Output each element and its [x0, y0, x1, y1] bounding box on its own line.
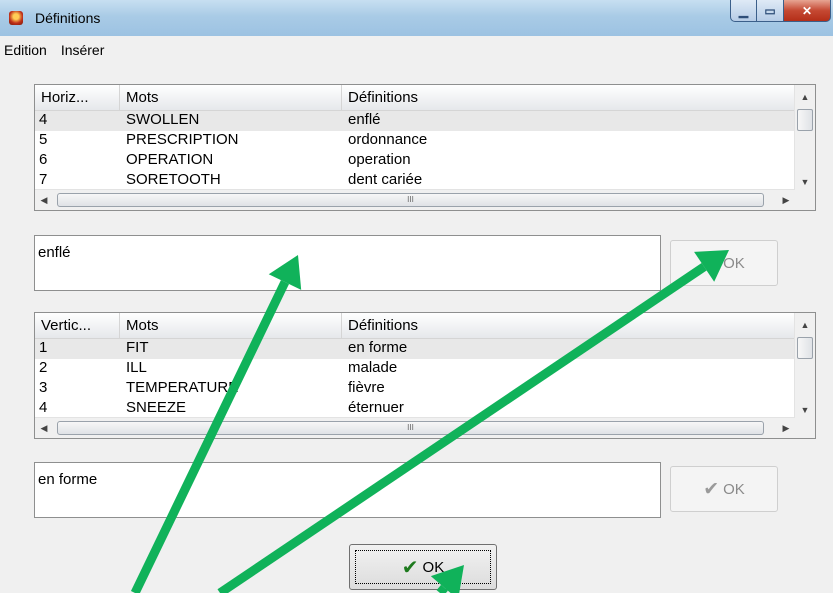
list-row[interactable]: 2 ILL malade — [35, 359, 795, 379]
row-definition: éternuer — [348, 399, 404, 416]
list-row[interactable]: 5 PRESCRIPTION ordonnance — [35, 131, 795, 151]
row-definition: fièvre — [348, 379, 385, 396]
scroll-down-icon[interactable]: ▼ — [795, 173, 815, 191]
row-word: SNEEZE — [126, 399, 187, 416]
horizontal-scrollbar[interactable]: ◀ III ▶ — [35, 189, 795, 210]
close-icon: ✕ — [801, 3, 813, 18]
column-header-words[interactable]: Mots — [120, 313, 342, 338]
maximize-button[interactable]: ▭ — [757, 0, 784, 22]
vertical-words-list[interactable]: Vertic... Mots Définitions 1 FIT en form… — [34, 312, 816, 439]
list-row[interactable]: 4 SWOLLEN enflé — [35, 111, 795, 131]
menu-inserer[interactable]: Insérer — [61, 42, 105, 58]
row-definition: ordonnance — [348, 131, 428, 148]
row-number: 1 — [39, 339, 48, 356]
list-row[interactable]: 6 OPERATION operation — [35, 151, 795, 171]
maximize-icon: ▭ — [764, 3, 776, 18]
row-definition: enflé — [348, 111, 381, 128]
row-word: SORETOOTH — [126, 171, 221, 188]
scroll-right-icon[interactable]: ▶ — [777, 418, 795, 438]
scroll-thumb[interactable]: III — [57, 421, 764, 435]
list-row[interactable]: 7 SORETOOTH dent cariée — [35, 171, 795, 191]
minimize-button[interactable]: ▁ — [730, 0, 757, 22]
scroll-thumb[interactable]: III — [57, 193, 764, 207]
row-number: 4 — [39, 111, 48, 128]
menu-edition[interactable]: Edition — [4, 42, 47, 58]
scroll-left-icon[interactable]: ◀ — [35, 418, 53, 438]
list-rows: 1 FIT en forme 2 ILL malade 3 TEMPERATUR… — [35, 339, 795, 419]
scroll-right-icon[interactable]: ▶ — [777, 190, 795, 210]
ok-label: OK — [723, 254, 745, 272]
row-word: SWOLLEN — [126, 111, 200, 128]
scroll-corner — [795, 190, 815, 210]
scroll-up-icon[interactable]: ▲ — [795, 88, 815, 106]
list-row[interactable]: 1 FIT en forme — [35, 339, 795, 359]
scroll-up-icon[interactable]: ▲ — [795, 316, 815, 334]
close-button[interactable]: ✕ — [784, 0, 831, 22]
row-number: 7 — [39, 171, 48, 188]
column-header-words[interactable]: Mots — [120, 85, 342, 110]
row-definition: malade — [348, 359, 398, 376]
horizontal-definition-field[interactable]: enflé — [34, 235, 661, 291]
main-ok-button[interactable]: ✔ OK — [349, 544, 497, 590]
horizontal-scrollbar[interactable]: ◀ III ▶ — [35, 417, 795, 438]
column-header-number[interactable]: Horiz... — [35, 85, 120, 110]
vertical-definition-field[interactable]: en forme — [34, 462, 661, 518]
row-number: 5 — [39, 131, 48, 148]
row-word: ILL — [126, 359, 147, 376]
vertical-scrollbar[interactable]: ▲ ▼ — [794, 313, 815, 419]
scroll-thumb[interactable] — [797, 337, 813, 359]
row-number: 2 — [39, 359, 48, 376]
row-definition: dent cariée — [348, 171, 423, 188]
title-bar: Définitions ▁ ▭ ✕ — [0, 0, 833, 36]
checkmark-icon: ✔ — [703, 252, 720, 274]
horizontal-words-list[interactable]: Horiz... Mots Définitions 4 SWOLLEN enfl… — [34, 84, 816, 211]
scroll-left-icon[interactable]: ◀ — [35, 190, 53, 210]
row-number: 6 — [39, 151, 48, 168]
row-definition: en forme — [348, 339, 408, 356]
app-icon — [9, 11, 23, 25]
scroll-down-icon[interactable]: ▼ — [795, 401, 815, 419]
list-row[interactable]: 4 SNEEZE éternuer — [35, 399, 795, 419]
row-word: FIT — [126, 339, 149, 356]
scroll-corner — [795, 418, 815, 438]
row-word: OPERATION — [126, 151, 214, 168]
window-controls: ▁ ▭ ✕ — [730, 0, 831, 22]
menu-bar: Edition Insérer — [0, 36, 104, 64]
column-header-number[interactable]: Vertic... — [35, 313, 120, 338]
row-word: TEMPERATURE — [126, 379, 239, 396]
minimize-icon: ▁ — [738, 3, 749, 18]
row-definition: operation — [348, 151, 411, 168]
row-number: 3 — [39, 379, 48, 396]
list-rows: 4 SWOLLEN enflé 5 PRESCRIPTION ordonnanc… — [35, 111, 795, 191]
column-header-definitions[interactable]: Définitions — [342, 313, 795, 338]
window-title: Définitions — [35, 10, 101, 26]
vertical-scrollbar[interactable]: ▲ ▼ — [794, 85, 815, 191]
row-word: PRESCRIPTION — [126, 131, 239, 148]
list-header: Vertic... Mots Définitions — [35, 313, 795, 339]
horizontal-ok-button[interactable]: ✔ OK — [670, 240, 778, 286]
vertical-ok-button[interactable]: ✔ OK — [670, 466, 778, 512]
row-number: 4 — [39, 399, 48, 416]
column-header-definitions[interactable]: Définitions — [342, 85, 795, 110]
ok-label: OK — [723, 480, 745, 498]
list-header: Horiz... Mots Définitions — [35, 85, 795, 111]
list-row[interactable]: 3 TEMPERATURE fièvre — [35, 379, 795, 399]
checkmark-icon: ✔ — [703, 478, 720, 500]
focus-rectangle — [355, 550, 491, 584]
scroll-thumb[interactable] — [797, 109, 813, 131]
